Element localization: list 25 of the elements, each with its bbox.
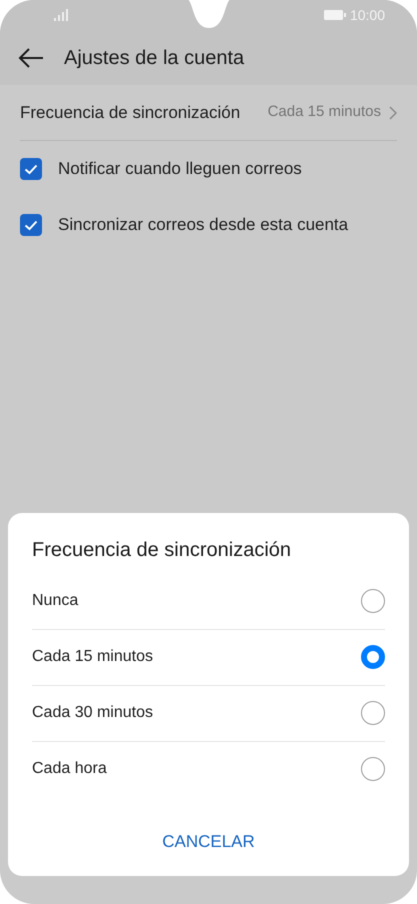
- radio-button[interactable]: [361, 588, 385, 612]
- screen-title: Ajustes de la cuenta: [64, 46, 244, 70]
- checkmark-icon: [24, 220, 38, 230]
- radio-button[interactable]: [361, 645, 385, 669]
- cancel-button[interactable]: CANCELAR: [142, 820, 275, 862]
- setting-label: Frecuencia de sincronización: [20, 102, 242, 124]
- radio-button[interactable]: [361, 701, 385, 725]
- option-label: Nunca: [32, 590, 78, 610]
- signal-icon: [54, 9, 68, 21]
- screen-notch: [186, 0, 232, 30]
- chevron-right-icon: [389, 106, 397, 120]
- option-label: Cada 15 minutos: [32, 647, 153, 667]
- checkbox[interactable]: [20, 214, 42, 236]
- checkmark-icon: [24, 164, 38, 174]
- checkbox-label: Sincronizar correos desde esta cuenta: [58, 214, 348, 236]
- option-label: Cada 30 minutos: [32, 703, 153, 723]
- dialog-title: Frecuencia de sincronización: [32, 538, 292, 562]
- setting-value: Cada 15 minutos: [268, 102, 381, 122]
- back-arrow-icon[interactable]: [18, 46, 44, 68]
- battery-icon: [324, 10, 346, 20]
- radio-button[interactable]: [361, 757, 385, 781]
- setting-row[interactable]: Frecuencia de sincronización Cada 15 minutos: [20, 85, 397, 141]
- checkbox[interactable]: [20, 158, 42, 180]
- checkbox-label: Notificar cuando lleguen correos: [58, 158, 302, 180]
- option-label: Cada hora: [32, 759, 107, 779]
